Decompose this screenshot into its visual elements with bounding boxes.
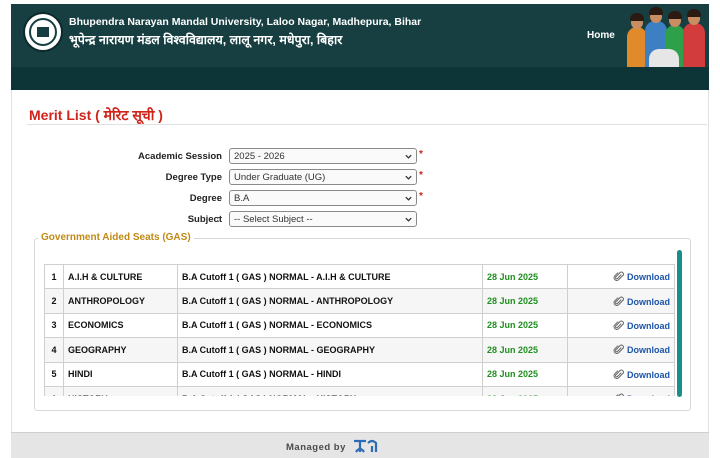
- row-subject: GEOGRAPHY: [63, 337, 178, 363]
- merit-list-table-container[interactable]: 1 A.I.H & CULTURE B.A Cutoff 1 ( GAS ) NOR…: [44, 264, 675, 396]
- colon-separator: :: [217, 214, 220, 225]
- colon-separator: :: [217, 151, 220, 162]
- degree-select[interactable]: B.A: [229, 190, 417, 206]
- row-serial-number: 6: [44, 385, 64, 396]
- chevron-down-icon: [405, 175, 412, 180]
- paperclip-icon: [613, 296, 624, 306]
- students-banner-image: [621, 4, 709, 67]
- filter-row-subject: Subject : -- Select Subject --: [12, 211, 710, 229]
- paperclip-icon: [613, 369, 624, 379]
- row-cutoff-title: B.A Cutoff 1 ( GAS ) NORMAL - ECONOMICS: [177, 312, 483, 339]
- main-content: Merit List ( मेरिट सूची ) Academic Sessi…: [11, 90, 709, 432]
- download-label: Download: [627, 272, 670, 283]
- table-row: 6HISTORYB.A Cutoff 1 ( GAS ) NORMAL - HI…: [44, 385, 675, 396]
- nav-home-link[interactable]: Home: [587, 30, 615, 41]
- row-subject: A.I.H & CULTURE: [63, 264, 178, 290]
- row-date: 28 Jun 2025: [482, 264, 568, 290]
- row-subject: HINDI: [63, 361, 178, 387]
- required-marker: *: [419, 149, 423, 160]
- university-name-en: Bhupendra Narayan Mandal University, Lal…: [69, 16, 422, 28]
- row-cutoff-title: B.A Cutoff 1 ( GAS ) NORMAL - ANTHROPOLO…: [177, 288, 483, 314]
- required-marker: *: [419, 191, 423, 202]
- table-row: 5 HINDI B.A Cutoff 1 ( GAS ) NORMAL - HIND…: [44, 361, 675, 387]
- row-serial-number: 4: [44, 337, 64, 363]
- required-marker: *: [419, 170, 423, 181]
- row-subject: ECONOMICS: [63, 312, 178, 339]
- table-row: 2 ANTHROPOLOGY B.A Cutoff 1 ( GAS ) NORMAL…: [44, 288, 675, 314]
- row-subject: ANTHROPOLOGY: [63, 288, 178, 314]
- download-link[interactable]: Download: [567, 288, 675, 314]
- university-seal-icon[interactable]: [23, 12, 63, 52]
- download-link[interactable]: Download: [567, 312, 675, 339]
- table-row: 1 A.I.H & CULTURE B.A Cutoff 1 ( GAS ) NOR…: [44, 264, 675, 290]
- gas-legend: Government Aided Seats (GAS): [38, 232, 194, 243]
- row-serial-number: 5: [44, 361, 64, 387]
- row-cutoff-title: B.A Cutoff 1 ( GAS ) NORMAL - HINDI: [177, 361, 483, 387]
- managed-by-text: Managed by: [286, 442, 346, 453]
- row-serial-number: 3: [44, 312, 64, 339]
- paperclip-icon: [613, 271, 624, 282]
- degree-value: B.A: [234, 193, 250, 204]
- row-subject: HISTORY: [63, 385, 178, 396]
- site-header: Bhupendra Narayan Mandal University, Lal…: [11, 4, 709, 67]
- row-date: 28 Jun 2025: [482, 288, 568, 314]
- paperclip-icon: [613, 344, 624, 355]
- row-cutoff-title: B.A Cutoff 1 ( GAS ) NORMAL - HISTORY: [177, 385, 483, 396]
- colon-separator: :: [217, 193, 220, 204]
- table-row: 3 ECONOMICS B.A Cutoff 1 ( GAS ) NORMAL - …: [44, 312, 675, 339]
- paperclip-icon: [616, 393, 624, 396]
- merit-list-table: 1 A.I.H & CULTURE B.A Cutoff 1 ( GAS ) NOR…: [44, 264, 675, 396]
- chevron-down-icon: [405, 196, 412, 201]
- row-date: 28 Jun 2025: [482, 312, 568, 339]
- academic-session-label: Academic Session: [138, 151, 222, 162]
- degree-type-value: Under Graduate (UG): [234, 172, 326, 183]
- row-date: 28 Jun 2025: [482, 361, 568, 387]
- download-link[interactable]: Download: [567, 385, 675, 396]
- download-label: Download: [627, 369, 670, 380]
- title-divider: [27, 124, 707, 125]
- chevron-down-icon: [405, 154, 412, 159]
- subject-value: -- Select Subject --: [234, 214, 313, 225]
- download-label: Download: [627, 394, 670, 396]
- subject-select[interactable]: -- Select Subject --: [229, 211, 417, 227]
- filter-row-academic-session: Academic Session : 2025 - 2026 *: [12, 148, 710, 166]
- download-label: Download: [627, 320, 670, 331]
- navigation-strip: [11, 67, 709, 90]
- academic-session-select[interactable]: 2025 - 2026: [229, 148, 417, 164]
- table-row: 4 GEOGRAPHY B.A Cutoff 1 ( GAS ) NORMAL - …: [44, 337, 675, 363]
- download-label: Download: [627, 345, 670, 356]
- download-link[interactable]: Download: [567, 264, 675, 290]
- filter-row-degree-type: Degree Type : Under Graduate (UG) *: [12, 169, 710, 187]
- download-label: Download: [627, 296, 670, 307]
- site-footer: Managed by: [11, 432, 709, 458]
- row-serial-number: 2: [44, 288, 64, 314]
- download-link[interactable]: Download: [567, 361, 675, 387]
- university-name-hi: भूपेन्द्र नारायण मंडल विश्वविद्यालय, लाल…: [69, 33, 343, 47]
- row-date: 28 Jun 2025: [482, 337, 568, 363]
- row-serial-number: 1: [44, 264, 64, 290]
- filter-row-degree: Degree : B.A *: [12, 190, 710, 208]
- row-date: 28 Jun 2025: [482, 385, 568, 396]
- download-link[interactable]: Download: [567, 337, 675, 363]
- degree-type-select[interactable]: Under Graduate (UG): [229, 169, 417, 185]
- academic-session-value: 2025 - 2026: [234, 151, 285, 162]
- paperclip-icon: [613, 320, 624, 330]
- vendor-logo-icon: [354, 439, 378, 453]
- degree-type-label: Degree Type: [165, 172, 222, 183]
- row-cutoff-title: B.A Cutoff 1 ( GAS ) NORMAL - GEOGRAPHY: [177, 337, 483, 363]
- colon-separator: :: [217, 172, 220, 183]
- table-scrollbar[interactable]: [677, 250, 682, 397]
- row-cutoff-title: B.A Cutoff 1 ( GAS ) NORMAL - A.I.H & CU…: [177, 264, 483, 290]
- chevron-down-icon: [405, 217, 412, 222]
- page-title: Merit List ( मेरिट सूची ): [29, 107, 163, 123]
